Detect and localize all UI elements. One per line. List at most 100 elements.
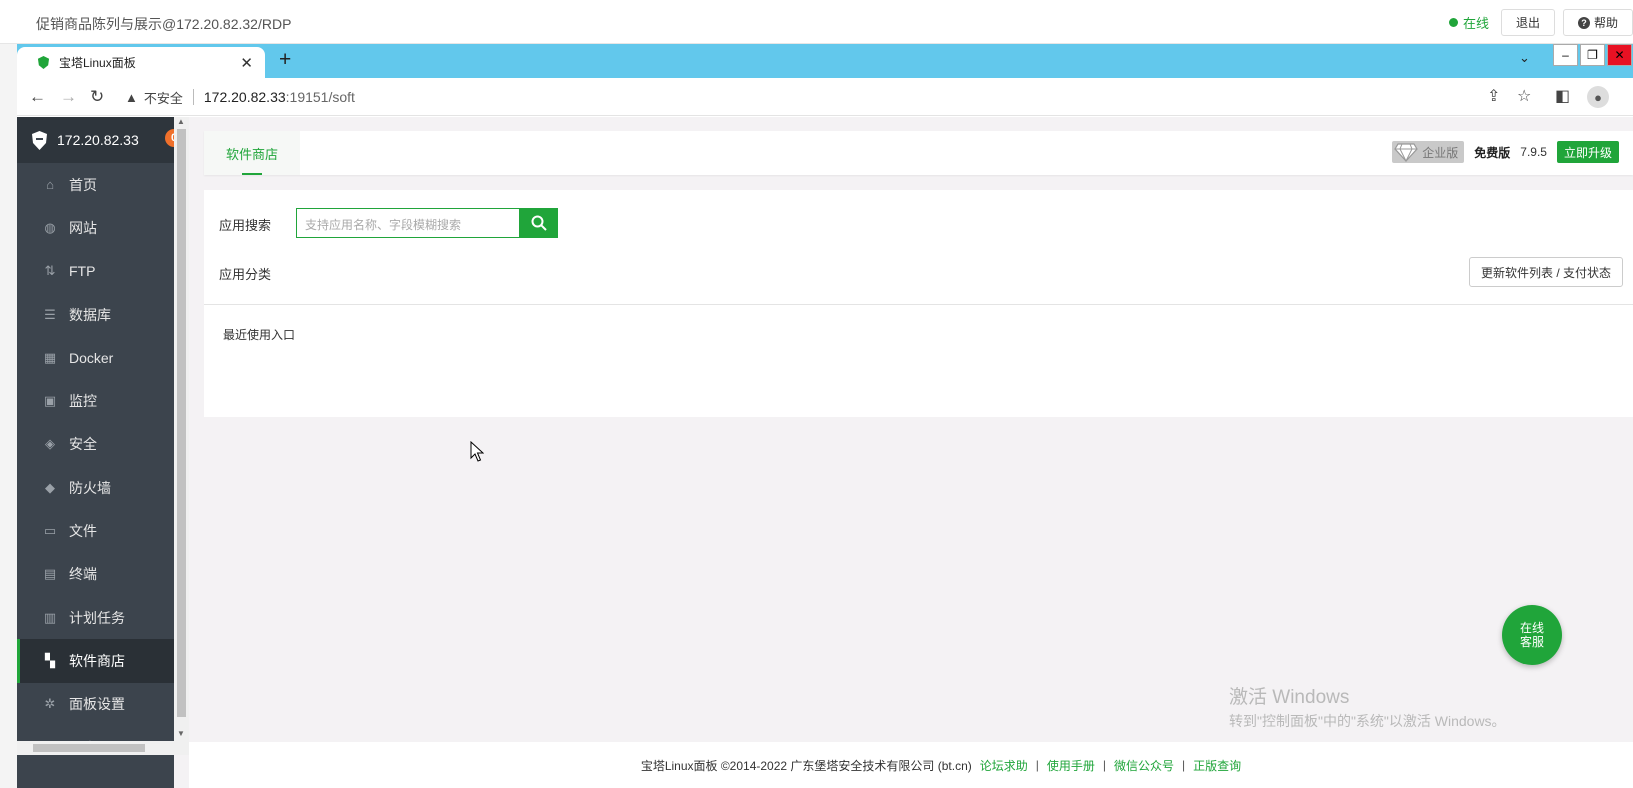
watermark-line1: 激活 Windows [1229,687,1350,708]
warning-triangle-icon[interactable]: ▲ [125,90,138,105]
footer-separator: | [1102,758,1107,772]
sidebar-hscrollbar[interactable] [17,741,189,755]
footer-link-forum[interactable]: 论坛求助 [980,757,1028,774]
terminal-icon: ▤ [43,566,57,582]
sidebar-item-label: 终端 [69,566,97,583]
close-window-icon[interactable]: ✕ [1607,44,1632,66]
sidebar-item[interactable]: ▥ 计划任务 [17,596,174,639]
status-dot-icon [1448,18,1458,27]
refresh-list-button[interactable]: 更新软件列表 / 支付状态 [1468,257,1623,287]
rdp-title: 促销商品陈列与展示@172.20.82.32/RDP [36,16,292,32]
forward-arrow-icon[interactable]: → [60,87,77,107]
watermark-line2: 转到"控制面板"中的"系统"以激活 Windows。 [1229,713,1506,729]
tab-search-chevron-icon[interactable]: ⌄ [1519,50,1530,66]
footer: 宝塔Linux面板 ©2014-2022 广东堡塔安全技术有限公司 (bt.cn… [189,742,1633,788]
free-edition-label: 免费版 [1474,145,1511,160]
tab-strip: 宝塔Linux面板 ✕ + ⌄ – ❐ ✕ [17,44,1633,78]
reload-icon[interactable]: ↻ [90,87,104,107]
home-icon: ⌂ [46,177,54,193]
shield-check-icon: ◈ [45,436,55,452]
browser-toolbar: ← → ↻ ▲ 不安全 172.20.82.33 :19151/soft ⇪ ☆… [17,78,1633,116]
tab-close-icon[interactable]: ✕ [240,54,253,72]
upgrade-button[interactable]: 立即升级 [1556,141,1619,163]
store-topbar: 软件商店 企业版 免费版 7.9.5 立即升级 [204,131,1633,175]
new-tab-button[interactable]: + [279,48,291,72]
sidebar-scrollbar[interactable]: ▲ ▼ [174,117,189,741]
sidebar-item-label: 计划任务 [69,609,125,626]
recent-panel: 最近使用入口 [204,305,1633,417]
main-content: 软件商店 企业版 免费版 7.9.5 立即升级 应用搜索 支持应用名称、字段模糊… [189,117,1633,788]
sidebar-item[interactable]: ◆ 防火墙 [17,466,174,509]
sidebar-item-label: 数据库 [69,306,111,323]
bookmark-star-icon[interactable]: ☆ [1517,86,1531,106]
help-button[interactable]: ? 帮助 [1562,9,1633,36]
help-button-label: 帮助 [1593,16,1618,30]
sidebar-item[interactable]: ▭ 文件 [17,509,174,552]
sidebar: 172.20.82.33 0 ⌂首页◍网站⇅FTP☰数据库▦Docker▣监控◈… [17,117,183,788]
sidebar-hscroll-thumb[interactable] [33,744,145,752]
share-icon[interactable]: ⇪ [1487,86,1500,106]
search-icon [531,215,547,231]
minimize-icon[interactable]: – [1553,44,1578,66]
sidebar-item[interactable]: ⌂ 首页 [17,163,174,206]
gear-icon: ✲ [44,696,56,712]
folder-icon: ▭ [43,523,57,539]
footer-copyright: 宝塔Linux面板 ©2014-2022 广东堡塔安全技术有限公司 (bt.cn… [640,758,972,773]
sidebar-item[interactable]: ◍ 网站 [17,206,174,249]
online-support-button[interactable]: 在线 客服 [1502,605,1562,665]
online-support-line2: 客服 [1519,635,1544,649]
sidebar-item-label: FTP [69,263,96,280]
sidebar-item[interactable]: ▚ 软件商店 [17,639,174,683]
sidebar-item[interactable]: ⇅ FTP [17,250,174,293]
window-controls: – ❐ ✕ [1553,44,1632,66]
search-button[interactable] [520,208,558,238]
ftp-icon: ⇅ [44,263,56,279]
panel-page: 172.20.82.33 0 ⌂首页◍网站⇅FTP☰数据库▦Docker▣监控◈… [17,117,1633,788]
sidebar-item[interactable]: ▣ 监控 [17,379,174,422]
sidebar-item[interactable]: ☰ 数据库 [17,293,174,336]
online-status: 在线 [1448,13,1489,32]
sidebar-item-label: 防火墙 [69,479,111,496]
logout-button[interactable]: 退出 [1500,9,1555,36]
search-input[interactable]: 支持应用名称、字段模糊搜索 [296,208,520,238]
firewall-icon: ◆ [45,479,55,495]
sidebar-scroll-thumb[interactable] [177,129,186,717]
browser-tab[interactable]: 宝塔Linux面板 ✕ [17,47,265,78]
server-host: 172.20.82.33 [57,132,139,148]
sidebar-item-label: 软件商店 [69,652,125,669]
url-host[interactable]: 172.20.82.33 [204,89,286,105]
online-support-label: 在线 客服 [1520,621,1544,649]
tab-software-store[interactable]: 软件商店 [204,131,300,175]
sidebar-item[interactable]: ▤ 终端 [17,553,174,596]
sidebar-item[interactable]: ✲ 面板设置 [17,683,174,726]
profile-avatar-icon[interactable]: ● [1587,86,1609,108]
footer-link-manual[interactable]: 使用手册 [1047,757,1095,774]
footer-link-license[interactable]: 正版查询 [1193,757,1241,774]
baota-favicon-icon [37,56,50,69]
back-arrow-icon[interactable]: ← [29,87,46,107]
security-label[interactable]: 不安全 [144,88,183,107]
sidebar-item-label: 监控 [69,393,97,410]
sidebar-item-label: 面板设置 [69,696,125,713]
diamond-icon [1394,143,1418,162]
sidebar-item[interactable]: ◈ 安全 [17,423,174,466]
side-panel-icon[interactable]: ◧ [1555,86,1570,106]
address-divider [192,89,194,105]
sidebar-item-label: 文件 [69,523,97,540]
globe-icon: ◍ [44,219,56,235]
restore-icon[interactable]: ❐ [1580,44,1605,66]
help-icon: ? [1577,16,1590,29]
scroll-down-icon[interactable]: ▼ [177,729,185,738]
baota-logo-icon [32,130,47,150]
footer-link-wechat[interactable]: 微信公众号 [1114,757,1174,774]
sidebar-item[interactable]: ▦ Docker [17,336,174,379]
scroll-up-icon[interactable]: ▲ [177,117,185,126]
url-path[interactable]: :19151/soft [286,89,355,105]
sidebar-item-label: 首页 [69,176,97,193]
address-bar[interactable]: ▲ 不安全 172.20.82.33 :19151/soft [125,83,1525,111]
enterprise-badge[interactable]: 企业版 [1392,141,1465,163]
docker-icon: ▦ [43,349,57,365]
search-label: 应用搜索 [219,218,272,233]
database-icon: ☰ [44,306,56,322]
version-label: 7.9.5 [1520,145,1547,159]
